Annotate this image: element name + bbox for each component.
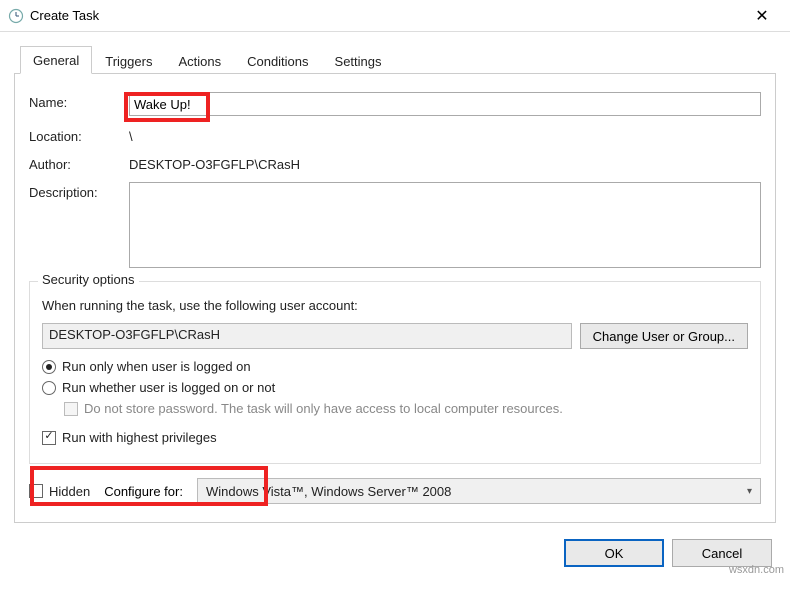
no-store-password-checkbox (64, 402, 78, 416)
name-input[interactable] (129, 92, 761, 116)
change-user-button[interactable]: Change User or Group... (580, 323, 748, 349)
security-options-title: Security options (38, 272, 139, 287)
ok-button[interactable]: OK (564, 539, 664, 567)
author-value: DESKTOP-O3FGFLP\CRasH (129, 154, 761, 172)
configure-for-value: Windows Vista™, Windows Server™ 2008 (206, 484, 451, 499)
cancel-button[interactable]: Cancel (672, 539, 772, 567)
description-label: Description: (29, 182, 129, 200)
tab-panel-general: Name: Location: \ Author: DESKTOP-O3FGFL… (14, 74, 776, 523)
hidden-label: Hidden (49, 484, 90, 499)
configure-for-select[interactable]: Windows Vista™, Windows Server™ 2008 ▾ (197, 478, 761, 504)
window-title: Create Task (30, 8, 742, 23)
highest-privileges-label: Run with highest privileges (62, 430, 217, 445)
radio-logged-off-label: Run whether user is logged on or not (62, 380, 275, 395)
clock-icon (8, 8, 24, 24)
radio-logged-off[interactable] (42, 381, 56, 395)
tab-conditions[interactable]: Conditions (234, 47, 321, 74)
location-value: \ (129, 126, 761, 144)
radio-logged-on-label: Run only when user is logged on (62, 359, 251, 374)
name-label: Name: (29, 92, 129, 110)
titlebar: Create Task ✕ (0, 0, 790, 32)
location-label: Location: (29, 126, 129, 144)
hidden-checkbox[interactable] (29, 484, 43, 498)
dialog-footer: OK Cancel (0, 523, 790, 583)
security-intro: When running the task, use the following… (42, 298, 748, 313)
highest-privileges-checkbox[interactable] (42, 431, 56, 445)
chevron-down-icon: ▾ (747, 486, 752, 497)
watermark: wsxdn.com (729, 564, 784, 576)
security-options-group: Security options When running the task, … (29, 281, 761, 464)
no-store-password-label: Do not store password. The task will onl… (84, 401, 563, 416)
tab-triggers[interactable]: Triggers (92, 47, 165, 74)
tab-general[interactable]: General (20, 46, 92, 74)
configure-for-label: Configure for: (104, 484, 183, 499)
close-button[interactable]: ✕ (742, 6, 782, 26)
tab-settings[interactable]: Settings (322, 47, 395, 74)
description-input[interactable] (129, 182, 761, 268)
tab-bar: General Triggers Actions Conditions Sett… (14, 46, 776, 74)
author-label: Author: (29, 154, 129, 172)
run-as-user: DESKTOP-O3FGFLP\CRasH (42, 323, 572, 349)
radio-logged-on[interactable] (42, 360, 56, 374)
tab-actions[interactable]: Actions (165, 47, 234, 74)
